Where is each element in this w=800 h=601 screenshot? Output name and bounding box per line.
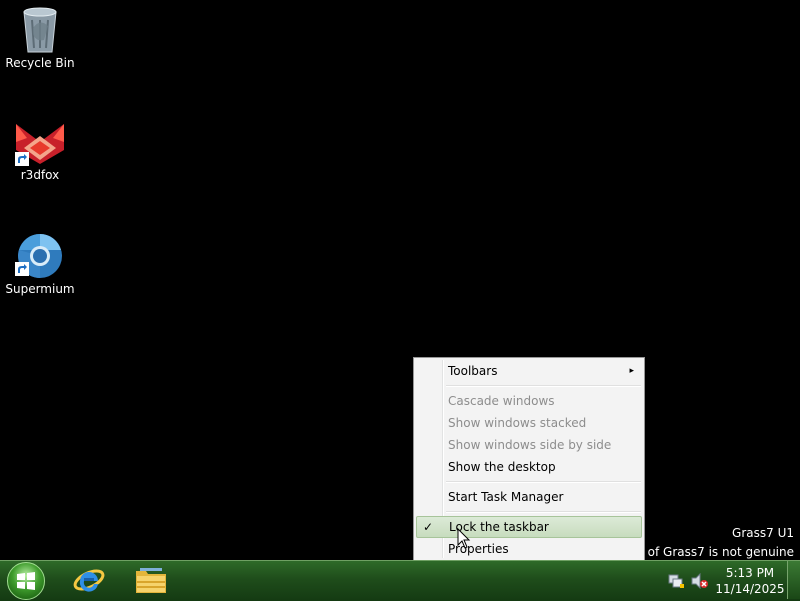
taskbar-pinned-file-explorer[interactable] [134, 563, 168, 600]
menu-separator [446, 511, 641, 513]
menu-item-toolbars[interactable]: Toolbars ▸ [416, 360, 642, 382]
desktop-icon-recycle-bin[interactable]: Recycle Bin [0, 6, 80, 70]
menu-item-label: Toolbars [448, 364, 498, 378]
desktop-icon-r3dfox[interactable]: r3dfox [0, 122, 80, 182]
desktop-icon-label: Supermium [5, 282, 75, 296]
menu-item-start-task-manager[interactable]: Start Task Manager [416, 486, 642, 508]
menu-item-label: Show the desktop [448, 460, 556, 474]
taskbar-pinned-internet-explorer[interactable] [72, 563, 106, 600]
watermark-genuine-notice: opy of Grass7 is not genuine [621, 545, 794, 559]
taskbar-clock[interactable]: 5:13 PM 11/14/2025 [712, 565, 788, 597]
shortcut-arrow-icon [15, 152, 29, 166]
recycle-bin-icon [23, 7, 57, 53]
file-explorer-icon [136, 568, 166, 593]
volume-muted-icon[interactable] [691, 573, 709, 589]
menu-separator [446, 385, 641, 387]
start-button[interactable] [7, 562, 45, 600]
menu-separator [446, 481, 641, 483]
watermark-edition: Grass7 U1 [732, 526, 794, 540]
menu-item-cascade-windows[interactable]: Cascade windows [416, 390, 642, 412]
taskbar-context-menu: Toolbars ▸ Cascade windows Show windows … [413, 357, 645, 561]
shortcut-arrow-icon [15, 262, 29, 276]
menu-item-label: Show windows side by side [448, 438, 612, 452]
checkmark-icon: ✓ [423, 520, 434, 534]
menu-item-show-windows-side-by-side[interactable]: Show windows side by side [416, 434, 642, 456]
desktop-icon-supermium[interactable]: Supermium [0, 232, 80, 296]
desktop-icon-label: r3dfox [20, 168, 60, 182]
windows-logo-icon [17, 572, 35, 590]
menu-item-show-windows-stacked[interactable]: Show windows stacked [416, 412, 642, 434]
submenu-arrow-icon: ▸ [629, 366, 634, 376]
menu-item-properties[interactable]: Properties [416, 538, 642, 560]
clock-time: 5:13 PM [725, 566, 775, 580]
mouse-cursor-icon [457, 528, 471, 549]
menu-item-lock-the-taskbar[interactable]: ✓ Lock the taskbar [416, 516, 642, 538]
internet-explorer-icon [73, 569, 105, 592]
system-tray [664, 560, 712, 600]
menu-item-label: Cascade windows [448, 394, 555, 408]
menu-item-label: Show windows stacked [448, 416, 587, 430]
menu-item-show-the-desktop[interactable]: Show the desktop [416, 456, 642, 478]
menu-item-label: Start Task Manager [448, 490, 564, 504]
desktop-icon-label: Recycle Bin [5, 56, 75, 70]
clock-date: 11/14/2025 [715, 582, 785, 596]
show-desktop-button[interactable] [787, 561, 800, 599]
network-icon[interactable] [668, 573, 684, 589]
